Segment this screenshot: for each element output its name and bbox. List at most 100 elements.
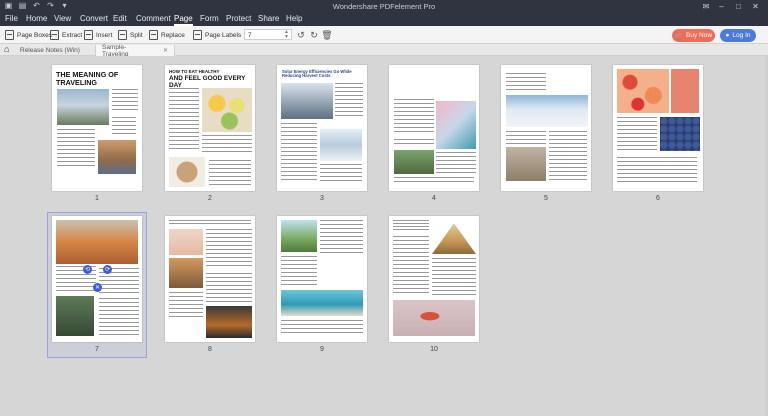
menu-convert[interactable]: Convert	[80, 14, 108, 23]
page-image	[56, 220, 138, 264]
page-thumbnail[interactable]	[501, 65, 591, 191]
page-thumbnail[interactable]	[389, 216, 479, 342]
page-number-label: 9	[320, 346, 324, 353]
log-in-button[interactable]: ● Log In	[720, 29, 756, 42]
page-text-block	[506, 131, 546, 145]
page-image	[202, 88, 252, 132]
menu-protect[interactable]: Protect	[226, 14, 251, 23]
page-image	[432, 223, 476, 254]
rotate-left-icon[interactable]: ↺	[296, 30, 306, 40]
page-thumbnail-selected[interactable]: ⟲ ⟳ ✕	[52, 216, 142, 342]
page-number-label: 5	[544, 195, 548, 202]
rotate-page-overlay-icon[interactable]: ⟳	[103, 265, 112, 274]
page-text-block	[393, 220, 429, 232]
buy-now-button[interactable]: 🛒 Buy Now	[672, 29, 715, 42]
page-text-block	[394, 99, 434, 135]
delete-page-overlay-icon[interactable]: ✕	[93, 283, 102, 292]
page-number-label: 2	[208, 195, 212, 202]
home-icon[interactable]: ⌂	[4, 45, 13, 54]
page-boxes-button[interactable]: Page Boxes	[5, 30, 52, 40]
page-image	[56, 296, 94, 336]
tab-sample-traveling[interactable]: Sample-Traveling ✕	[95, 44, 175, 58]
page-image	[506, 95, 588, 127]
insert-button[interactable]: Insert	[84, 30, 112, 40]
page-text-block	[432, 258, 476, 296]
page-text-block	[394, 177, 474, 185]
menu-comment[interactable]: Comment	[136, 14, 171, 23]
title-bar: ▣ ▤ ↶ ↷ ▾ Wondershare PDFelement Pro ✉ –…	[0, 0, 768, 12]
page-image	[57, 89, 109, 125]
page-text-block	[99, 298, 139, 336]
page-image	[660, 117, 700, 151]
menu-help[interactable]: Help	[286, 14, 302, 23]
page-text-block	[320, 220, 363, 254]
maximize-button[interactable]: □	[730, 0, 747, 12]
close-tab-icon[interactable]: ✕	[163, 47, 168, 54]
page-number-stepper[interactable]: ▲ ▼	[284, 30, 289, 40]
menu-home[interactable]: Home	[26, 14, 47, 23]
page-number-label: 8	[208, 346, 212, 353]
window-controls: ✉ – □ ✕	[699, 0, 764, 12]
extract-button[interactable]: Extract	[50, 30, 82, 40]
delete-page-icon[interactable]: 🗑	[321, 30, 332, 40]
page-thumbnail[interactable]	[277, 216, 367, 342]
page-labels-button[interactable]: Page Labels	[193, 30, 241, 40]
page-number-input[interactable]: 7 ▲ ▼	[244, 29, 292, 40]
menu-view[interactable]: View	[54, 14, 71, 23]
page-heading: THE MEANING OF TRAVELING	[56, 70, 119, 87]
tab-release-notes[interactable]: Release Notes (Win)	[14, 45, 94, 56]
page-boxes-label: Page Boxes	[17, 31, 53, 39]
page-number-label: 7	[95, 346, 99, 353]
extract-label: Extract	[62, 31, 83, 39]
page-image	[169, 229, 203, 255]
extract-icon	[50, 30, 59, 40]
page-text-block	[281, 256, 317, 286]
mail-icon[interactable]: ✉	[699, 0, 713, 12]
rotate-page-overlay-icon[interactable]: ⟲	[83, 265, 92, 274]
tab-label: Release Notes (Win)	[20, 47, 80, 54]
page-thumbnail[interactable]	[613, 65, 703, 191]
page-thumbnail[interactable]	[389, 65, 479, 191]
menu-file[interactable]: File	[5, 14, 18, 23]
page-image	[169, 157, 205, 187]
page-text-block	[112, 117, 136, 137]
page-text-block	[209, 160, 251, 186]
user-icon: ●	[725, 32, 730, 39]
page-text-block	[617, 157, 697, 183]
page-image	[98, 140, 136, 174]
buy-now-label: Buy Now	[686, 32, 713, 39]
page-heading: Solar Energy Efficiencies Go While Reduc…	[282, 69, 352, 79]
page-thumbnail[interactable]: Solar Energy Efficiencies Go While Reduc…	[277, 65, 367, 191]
page-thumbnail[interactable]: HOW TO EAT HEALTHY AND FEEL GOOD EVERY D…	[165, 65, 255, 191]
menu-edit[interactable]: Edit	[113, 14, 127, 23]
page-boxes-icon	[5, 30, 14, 40]
page-image	[281, 220, 317, 252]
page-image	[394, 150, 434, 174]
page-number-label: 1	[95, 195, 99, 202]
menu-share[interactable]: Share	[258, 14, 279, 23]
page-labels-label: Page Labels	[205, 31, 242, 39]
page-text-block	[57, 129, 95, 169]
page-text-block	[169, 220, 251, 226]
page-text-block	[393, 236, 429, 296]
rotate-right-icon[interactable]: ↻	[309, 30, 319, 40]
split-button[interactable]: Split	[118, 30, 143, 40]
page-thumbnail[interactable]	[165, 216, 255, 342]
minimize-button[interactable]: –	[713, 0, 730, 12]
menu-form[interactable]: Form	[200, 14, 219, 23]
document-tab-bar: ⌂ Release Notes (Win) Sample-Traveling ✕	[0, 44, 768, 58]
split-icon	[118, 30, 127, 40]
page-text-block	[335, 83, 363, 117]
page-text-block	[549, 131, 587, 181]
replace-button[interactable]: Replace	[149, 30, 185, 40]
page-thumbnail[interactable]: THE MEANING OF TRAVELING	[52, 65, 142, 191]
page-image	[617, 69, 669, 113]
insert-label: Insert	[96, 31, 113, 39]
page-number-label: 10	[430, 346, 438, 353]
menu-page[interactable]: Page	[174, 14, 193, 26]
page-image	[281, 83, 333, 119]
page-text-block	[206, 229, 252, 269]
page-image	[436, 101, 476, 149]
close-button[interactable]: ✕	[747, 0, 764, 12]
page-color-block	[671, 69, 699, 113]
